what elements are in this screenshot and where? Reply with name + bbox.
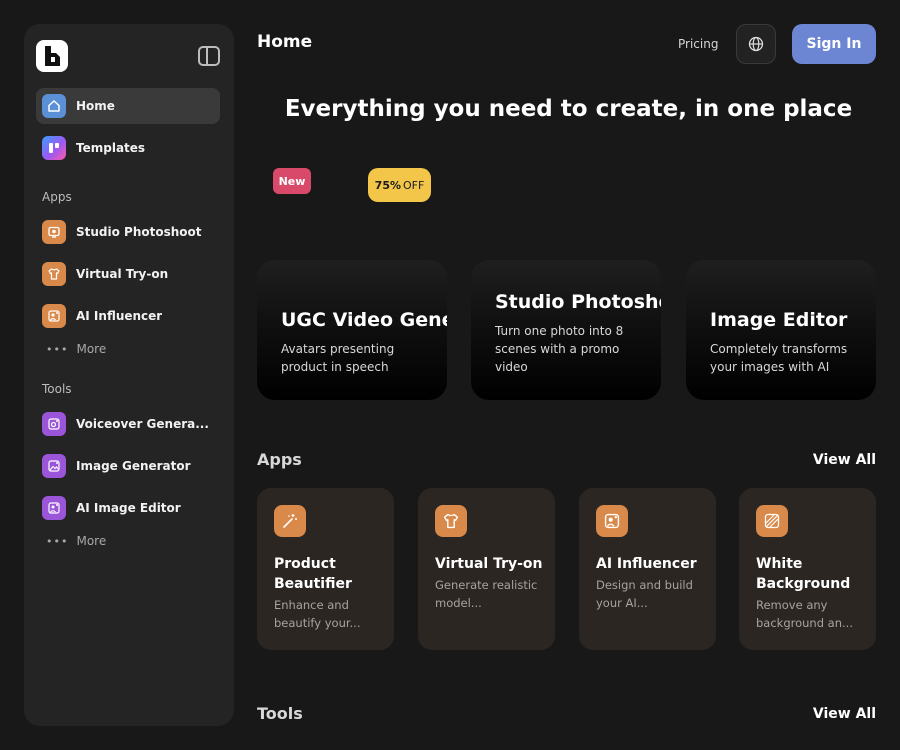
logo-icon xyxy=(45,46,60,66)
sidebar-tools-more[interactable]: ••• More xyxy=(46,534,106,548)
app-root: Home Templates Apps Studio Photoshoot Vi… xyxy=(0,0,900,750)
sidebar-item-templates[interactable]: Templates xyxy=(36,130,220,166)
shirt-icon xyxy=(435,505,467,537)
background-pattern-icon xyxy=(756,505,788,537)
sidebar-item-label: AI Image Editor xyxy=(76,501,181,515)
sidebar-item-image-generator[interactable]: Image Generator xyxy=(36,448,220,484)
feature-desc: Completely transforms your images with A… xyxy=(710,340,847,376)
feature-card-studio-photoshoot[interactable]: Studio Photosho Turn one photo into 8 sc… xyxy=(471,260,661,400)
apps-view-all-link[interactable]: View All xyxy=(813,452,876,468)
discount-percent: 75% xyxy=(374,178,402,192)
feature-title: Studio Photosho xyxy=(495,291,661,313)
tools-view-all-link[interactable]: View All xyxy=(813,706,876,722)
apps-section-heading: Apps xyxy=(257,450,302,469)
hero-heading: Everything you need to create, in one pl… xyxy=(284,96,853,122)
sidebar-item-label: Home xyxy=(76,99,115,113)
language-button[interactable] xyxy=(736,24,776,64)
more-dots-icon: ••• xyxy=(46,342,69,356)
feature-card-ugc-video[interactable]: UGC Video Gene Avatars presenting produc… xyxy=(257,260,447,400)
sidebar-item-label: Templates xyxy=(76,141,146,155)
sidebar-section-apps: Apps xyxy=(42,190,72,204)
app-card-title: Product Beautifier xyxy=(274,556,352,592)
sidebar-item-ai-influencer[interactable]: AI Influencer xyxy=(36,298,220,334)
more-label: More xyxy=(76,534,107,548)
app-card-title: AI Influencer xyxy=(596,556,697,572)
sidebar-item-label: Voiceover Genera... xyxy=(76,417,209,431)
feature-title: UGC Video Gene xyxy=(281,309,447,331)
shirt-icon xyxy=(42,262,66,286)
app-card-desc: Enhance and beautify your... xyxy=(274,598,361,630)
new-badge: New xyxy=(273,168,311,194)
feature-card-image-editor[interactable]: Image Editor Completely transforms your … xyxy=(686,260,876,400)
sidebar-section-tools: Tools xyxy=(42,382,72,396)
app-card-title: White Background xyxy=(756,556,851,592)
image-generator-icon xyxy=(42,454,66,478)
sidebar-item-voiceover-generator[interactable]: Voiceover Genera... xyxy=(36,406,220,442)
app-card-virtual-try-on[interactable]: Virtual Try-on Generate realistic model.… xyxy=(418,488,555,650)
sidebar-item-home[interactable]: Home xyxy=(36,88,220,124)
sidebar-item-virtual-try-on[interactable]: Virtual Try-on xyxy=(36,256,220,292)
influencer-icon xyxy=(42,304,66,328)
app-card-ai-influencer[interactable]: AI Influencer Design and build your AI..… xyxy=(579,488,716,650)
photoshoot-icon xyxy=(42,220,66,244)
app-card-white-background[interactable]: White Background Remove any background a… xyxy=(739,488,876,650)
pricing-link[interactable]: Pricing xyxy=(678,37,718,51)
templates-icon xyxy=(42,136,66,160)
app-card-desc: Remove any background an... xyxy=(756,598,853,630)
influencer-icon xyxy=(596,505,628,537)
sidebar-item-label: Studio Photoshoot xyxy=(76,225,202,239)
feature-desc-line: Completely transforms xyxy=(710,342,848,356)
sidebar-item-label: Virtual Try-on xyxy=(76,267,169,281)
feature-desc: Avatars presenting product in speech xyxy=(281,340,394,376)
app-card-desc: Generate realistic model... xyxy=(435,578,538,610)
home-icon xyxy=(42,94,66,118)
feature-desc-line: scenes with a promo xyxy=(495,342,620,356)
sidebar-item-studio-photoshoot[interactable]: Studio Photoshoot xyxy=(36,214,220,250)
magic-wand-icon xyxy=(274,505,306,537)
discount-badge: 75% OFF xyxy=(368,168,431,202)
sidebar-collapse-icon[interactable] xyxy=(198,46,220,66)
feature-title: Image Editor xyxy=(710,309,848,331)
sidebar-apps-more[interactable]: ••• More xyxy=(46,342,106,356)
app-card-product-beautifier[interactable]: Product Beautifier Enhance and beautify … xyxy=(257,488,394,650)
feature-desc-line: Turn one photo into 8 xyxy=(495,324,624,338)
sidebar: Home Templates Apps Studio Photoshoot Vi… xyxy=(24,24,234,726)
image-editor-icon xyxy=(42,496,66,520)
tools-section-heading: Tools xyxy=(257,704,303,723)
discount-off-label: OFF xyxy=(403,178,425,192)
app-card-title: Virtual Try-on xyxy=(435,556,543,572)
app-card-desc: Design and build your AI... xyxy=(596,578,693,610)
feature-desc-line: your images with AI xyxy=(710,360,830,374)
feature-desc-line: video xyxy=(495,360,528,374)
sidebar-item-label: AI Influencer xyxy=(76,309,163,323)
brand-logo[interactable] xyxy=(36,40,68,72)
sign-in-button[interactable]: Sign In xyxy=(792,24,876,64)
sidebar-item-ai-image-editor[interactable]: AI Image Editor xyxy=(36,490,220,526)
sidebar-item-label: Image Generator xyxy=(76,459,191,473)
feature-desc-line: product in speech xyxy=(281,360,389,374)
more-dots-icon: ••• xyxy=(46,534,69,548)
globe-icon xyxy=(748,36,764,52)
feature-desc: Turn one photo into 8 scenes with a prom… xyxy=(495,322,623,376)
voiceover-icon xyxy=(42,412,66,436)
feature-desc-line: Avatars presenting xyxy=(281,342,395,356)
page-title: Home xyxy=(257,32,313,52)
more-label: More xyxy=(76,342,107,356)
